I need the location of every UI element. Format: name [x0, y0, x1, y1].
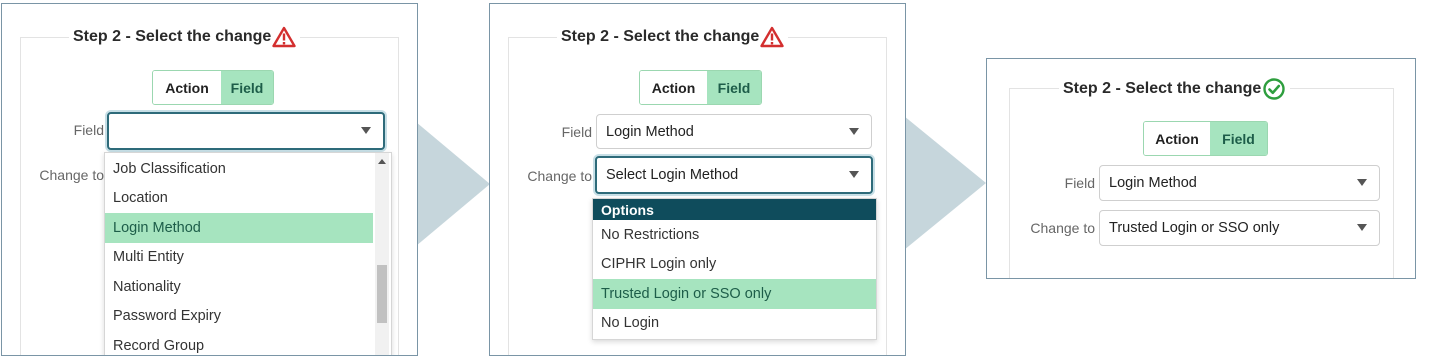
- field-dropdown-option[interactable]: Multi Entity: [105, 243, 373, 273]
- field-select[interactable]: Login Method: [596, 114, 872, 149]
- change-to-select[interactable]: Select Login Method: [595, 156, 873, 194]
- field-dropdown-option[interactable]: Job Classification: [105, 154, 373, 184]
- scrollbar-thumb[interactable]: [377, 265, 387, 323]
- action-field-toggle: Action Field: [1143, 121, 1268, 156]
- chevron-down-icon: [1357, 224, 1367, 231]
- change-to-label: Change to: [527, 168, 592, 184]
- change-to-select-value: Trusted Login or SSO only: [1109, 220, 1280, 236]
- change-to-select-value: Select Login Method: [606, 167, 739, 183]
- field-select-value: Login Method: [606, 123, 694, 140]
- options-header: Options: [593, 199, 876, 220]
- action-toggle-button[interactable]: Action: [1144, 122, 1210, 155]
- step-panel-3: Step 2 - Select the change Action Field …: [986, 58, 1416, 279]
- field-label: Field: [73, 122, 104, 138]
- change-to-label: Change to: [1030, 220, 1095, 236]
- chevron-down-icon: [849, 127, 859, 135]
- field-toggle-button[interactable]: Field: [1210, 122, 1267, 155]
- action-toggle-button[interactable]: Action: [153, 71, 221, 104]
- next-arrow-icon: [416, 122, 490, 246]
- step-title: Step 2 - Select the change: [557, 26, 789, 48]
- dropdown-scrollbar[interactable]: [375, 153, 389, 355]
- field-select[interactable]: [107, 112, 385, 150]
- change-to-dropdown-list: Options No Restrictions CIPHR Login only T…: [592, 198, 877, 340]
- change-to-dropdown-option[interactable]: No Restrictions: [593, 220, 876, 250]
- action-field-toggle: Action Field: [152, 70, 274, 105]
- change-to-dropdown-option[interactable]: Trusted Login or SSO only: [593, 279, 876, 309]
- field-dropdown-option[interactable]: Nationality: [105, 272, 373, 302]
- change-to-label: Change to: [39, 167, 104, 183]
- action-toggle-button[interactable]: Action: [640, 71, 707, 104]
- chevron-down-icon: [849, 171, 859, 178]
- action-field-toggle: Action Field: [639, 70, 762, 105]
- field-dropdown-option[interactable]: Password Expiry: [105, 302, 373, 332]
- field-label: Field: [1064, 175, 1095, 191]
- change-to-dropdown-option[interactable]: No Login: [593, 309, 876, 339]
- change-to-select[interactable]: Trusted Login or SSO only: [1099, 210, 1380, 246]
- chevron-down-icon: [1357, 179, 1367, 186]
- step-title-text: Step 2 - Select the change: [1063, 80, 1262, 97]
- field-dropdown-list: Job Classification Location Login Method Mu…: [104, 152, 392, 355]
- field-toggle-button[interactable]: Field: [707, 71, 761, 104]
- field-toggle-button[interactable]: Field: [221, 71, 273, 104]
- step-title: Step 2 - Select the change: [1059, 77, 1291, 101]
- field-select[interactable]: Login Method: [1099, 165, 1380, 201]
- next-arrow-icon: [904, 116, 986, 250]
- warning-triangle-icon: [760, 26, 784, 48]
- step-title: Step 2 - Select the change: [69, 26, 301, 48]
- check-circle-icon: [1263, 78, 1285, 100]
- step-panel-1: Step 2 - Select the change Action Field …: [1, 3, 418, 356]
- field-dropdown-option[interactable]: Location: [105, 184, 373, 214]
- field-dropdown-option[interactable]: Record Group: [105, 331, 373, 355]
- chevron-down-icon: [361, 127, 371, 134]
- field-dropdown-option[interactable]: Login Method: [105, 213, 373, 243]
- change-to-dropdown-option[interactable]: CIPHR Login only: [593, 250, 876, 280]
- warning-triangle-icon: [272, 26, 296, 48]
- step-title-text: Step 2 - Select the change: [561, 28, 760, 45]
- field-label: Field: [561, 124, 592, 140]
- step-title-text: Step 2 - Select the change: [73, 28, 272, 45]
- step-panel-2: Step 2 - Select the change Action Field …: [489, 3, 906, 356]
- field-select-value: Login Method: [1109, 175, 1197, 191]
- scroll-up-icon[interactable]: [378, 159, 386, 164]
